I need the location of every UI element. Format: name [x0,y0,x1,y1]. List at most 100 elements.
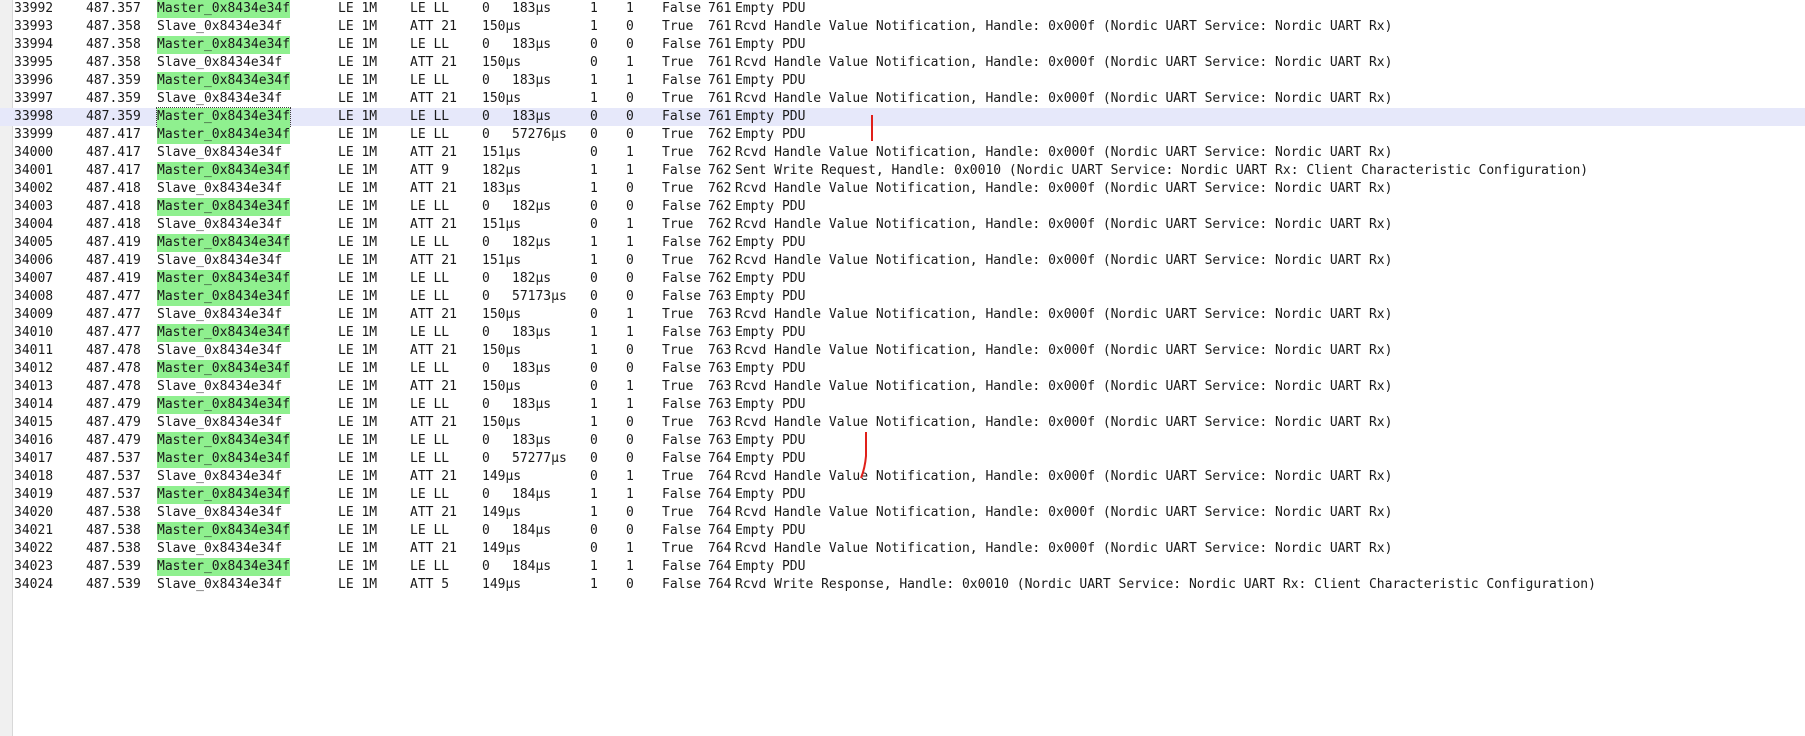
packet-number: 34001 [14,163,54,178]
packet-event-counter: 764 [708,469,732,484]
packet-flag: False [662,325,702,340]
table-row[interactable]: 34000 487.417 Slave_0x8434e34f LE 1M ATT 21 1… [0,144,1805,162]
packet-flag: True [662,91,694,106]
packet-flag: True [662,217,694,232]
packet-event-counter: 762 [708,271,732,286]
packet-length: 0 [482,199,490,214]
table-row[interactable]: 34006 487.419 Slave_0x8434e34f LE 1M ATT 21 1… [0,252,1805,270]
packet-info: Empty PDU [735,73,806,88]
packet-info: Empty PDU [735,271,806,286]
packet-event-counter: 761 [708,73,732,88]
packet-phy: LE 1M [338,541,378,556]
packet-sn: 0 [590,217,598,232]
table-row[interactable]: 34011 487.478 Slave_0x8434e34f LE 1M ATT 21 1… [0,342,1805,360]
packet-sn: 0 [590,271,598,286]
packet-flag: False [662,37,702,52]
table-row[interactable]: 34021 487.538 Master_0x8434e34f LE 1M LE LL 0… [0,522,1805,540]
packet-info: Rcvd Handle Value Notification, Handle: … [735,55,1393,70]
table-row-selected[interactable]: 33998 487.359 Master_0x8434e34f LE 1M LE LL 0… [0,107,1805,127]
packet-phy: LE 1M [338,469,378,484]
packet-nesn: 0 [626,127,634,142]
table-row[interactable]: 34015 487.479 Slave_0x8434e34f LE 1M ATT 21 1… [0,414,1805,432]
packet-info: Empty PDU [735,397,806,412]
packet-phy: LE 1M [338,37,378,52]
table-row[interactable]: 33999 487.417 Master_0x8434e34f LE 1M LE LL 0… [0,126,1805,144]
table-row[interactable]: 34013 487.478 Slave_0x8434e34f LE 1M ATT 21 1… [0,378,1805,396]
table-row[interactable]: 34022 487.538 Slave_0x8434e34f LE 1M ATT 21 1… [0,540,1805,558]
packet-nesn: 1 [626,73,634,88]
packet-list[interactable]: 33992 487.357 Master_0x8434e34f LE 1M LE LL 0… [0,0,1805,594]
packet-sn: 1 [590,487,598,502]
packet-protocol: ATT 21 [410,415,457,430]
packet-length: 0 [482,487,490,502]
packet-time: 487.537 [86,469,141,484]
table-row[interactable]: 33996 487.359 Master_0x8434e34f LE 1M LE LL 0… [0,72,1805,90]
table-row[interactable]: 34007 487.419 Master_0x8434e34f LE 1M LE LL 0… [0,270,1805,288]
packet-phy: LE 1M [338,325,378,340]
packet-protocol: LE LL [410,289,450,304]
table-row[interactable]: 34023 487.539 Master_0x8434e34f LE 1M LE LL 0… [0,558,1805,576]
packet-info: Rcvd Handle Value Notification, Handle: … [735,91,1393,106]
packet-source: Master_0x8434e34f [157,36,291,54]
packet-protocol: LE LL [410,73,450,88]
packet-protocol: LE LL [410,523,450,538]
table-row[interactable]: 33995 487.358 Slave_0x8434e34f LE 1M ATT 21 1… [0,54,1805,72]
table-row[interactable]: 33992 487.357 Master_0x8434e34f LE 1M LE LL 0… [0,0,1805,18]
table-row[interactable]: 34003 487.418 Master_0x8434e34f LE 1M LE LL 0… [0,198,1805,216]
packet-flag: True [662,343,694,358]
packet-event-counter: 762 [708,235,732,250]
packet-delta-time: 183µs [512,109,552,124]
packet-nesn: 0 [626,505,634,520]
packet-event-counter: 762 [708,181,732,196]
packet-sn: 0 [590,109,598,124]
table-row[interactable]: 34001 487.417 Master_0x8434e34f LE 1M ATT 9 1… [0,162,1805,180]
packet-delta-time: 184µs [512,523,552,538]
packet-number: 34010 [14,325,54,340]
packet-event-counter: 763 [708,361,732,376]
packet-phy: LE 1M [338,559,378,574]
packet-sn: 0 [590,541,598,556]
table-row[interactable]: 34009 487.477 Slave_0x8434e34f LE 1M ATT 21 1… [0,306,1805,324]
packet-info: Empty PDU [735,433,806,448]
table-row[interactable]: 34020 487.538 Slave_0x8434e34f LE 1M ATT 21 1… [0,504,1805,522]
packet-length: 0 [482,559,490,574]
table-row[interactable]: 34017 487.537 Master_0x8434e34f LE 1M LE LL 0… [0,450,1805,468]
packet-number: 34004 [14,217,54,232]
packet-source: Slave_0x8434e34f [157,505,283,520]
packet-source: Master_0x8434e34f [157,198,291,216]
packet-number: 34020 [14,505,54,520]
packet-info: Empty PDU [735,235,806,250]
table-row[interactable]: 33997 487.359 Slave_0x8434e34f LE 1M ATT 21 1… [0,90,1805,108]
packet-phy: LE 1M [338,343,378,358]
packet-delta-time: 57276µs [512,127,567,142]
packet-protocol: LE LL [410,199,450,214]
table-row[interactable]: 34016 487.479 Master_0x8434e34f LE 1M LE LL 0… [0,432,1805,450]
table-row[interactable]: 34014 487.479 Master_0x8434e34f LE 1M LE LL 0… [0,396,1805,414]
table-row[interactable]: 34002 487.418 Slave_0x8434e34f LE 1M ATT 21 1… [0,180,1805,198]
packet-flag: False [662,433,702,448]
table-row[interactable]: 34012 487.478 Master_0x8434e34f LE 1M LE LL 0… [0,360,1805,378]
packet-protocol: ATT 21 [410,253,457,268]
packet-protocol: ATT 21 [410,91,457,106]
table-row[interactable]: 34005 487.419 Master_0x8434e34f LE 1M LE LL 0… [0,234,1805,252]
packet-nesn: 1 [626,145,634,160]
table-row[interactable]: 34004 487.418 Slave_0x8434e34f LE 1M ATT 21 1… [0,216,1805,234]
packet-length: 151µs [482,253,522,268]
packet-length: 0 [482,271,490,286]
packet-nesn: 0 [626,199,634,214]
packet-nesn: 0 [626,451,634,466]
table-row[interactable]: 34010 487.477 Master_0x8434e34f LE 1M LE LL 0… [0,324,1805,342]
table-row[interactable]: 33994 487.358 Master_0x8434e34f LE 1M LE LL 0… [0,36,1805,54]
packet-sn: 1 [590,235,598,250]
packet-time: 487.539 [86,577,141,592]
packet-flag: True [662,127,694,142]
table-row[interactable]: 34008 487.477 Master_0x8434e34f LE 1M LE LL 0… [0,288,1805,306]
table-row[interactable]: 34018 487.537 Slave_0x8434e34f LE 1M ATT 21 1… [0,468,1805,486]
table-row[interactable]: 33993 487.358 Slave_0x8434e34f LE 1M ATT 21 1… [0,18,1805,36]
table-row[interactable]: 34019 487.537 Master_0x8434e34f LE 1M LE LL 0… [0,486,1805,504]
packet-info: Rcvd Handle Value Notification, Handle: … [735,253,1393,268]
packet-delta-time: 182µs [512,199,552,214]
table-row[interactable]: 34024 487.539 Slave_0x8434e34f LE 1M ATT 5 14… [0,576,1805,594]
packet-sn: 0 [590,37,598,52]
packet-info: Empty PDU [735,289,806,304]
